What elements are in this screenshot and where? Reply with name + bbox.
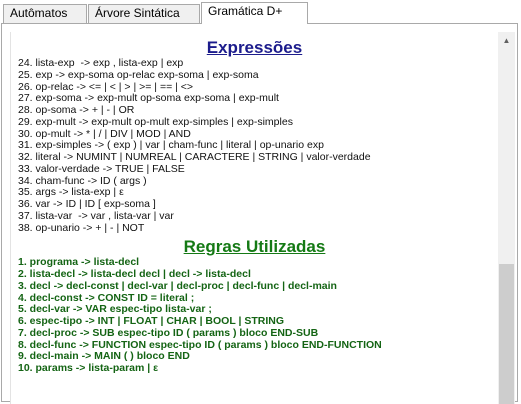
tab-label: Árvore Sintática [95,6,180,20]
tab-label: Gramática D+ [208,4,283,18]
expression-line: 33. valor-verdade -> TRUE | FALSE [18,162,185,175]
scroll-up-arrow-icon[interactable]: ▲ [498,32,515,49]
vertical-scrollbar[interactable]: ▲ [498,32,515,404]
expression-line: 28. op-soma -> + | - | OR [18,104,135,116]
expression-line: 24. lista-exp -> exp , lista-exp | exp [18,57,184,69]
tab-automatos[interactable]: Autômatos [3,4,87,23]
rules-title: Regras Utilizadas [183,237,326,257]
expressions-title: Expressões [206,38,303,57]
rule-line: 10. params -> lista-param | ε [18,362,159,374]
rule-line: 7. decl-proc -> SUB espec-tipo ID ( para… [18,326,319,339]
expression-line: 36. var -> ID | ID [ exp-soma ] [18,198,156,210]
expression-line: 38. op-unario -> + | - | NOT [18,221,145,234]
expression-line: 32. literal -> NUMINT | NUMREAL | CARACT… [18,151,371,163]
rules-list: 1. programa -> lista-decl 2. lista-decl … [11,256,498,375]
tab-gramatica[interactable]: Gramática D+ [201,2,308,24]
scrollbar-thumb[interactable] [499,264,514,404]
tab-label: Autômatos [10,6,68,20]
tab-strip: Autômatos Árvore Sintática Gramática D+ [0,0,521,24]
tab-arvore-sintatica[interactable]: Árvore Sintática [88,4,200,23]
rule-line: 2. lista-decl -> lista-decl decl | decl … [18,268,251,280]
grammar-view: Expressões 24. lista-exp -> exp , lista-… [10,32,498,404]
expression-line: 37. lista-var -> var , lista-var | var [18,209,174,222]
expression-line: 29. exp-mult -> exp-mult op-mult exp-sim… [18,115,293,128]
rule-line: 6. espec-tipo -> INT | FLOAT | CHAR | BO… [18,315,285,327]
expression-line: 25. exp -> exp-soma op-relac exp-soma | … [18,68,259,81]
rule-line: 3. decl -> decl-const | decl-var | decl-… [18,279,337,292]
expressions-list: 24. lista-exp -> exp , lista-exp | exp 2… [11,57,498,234]
